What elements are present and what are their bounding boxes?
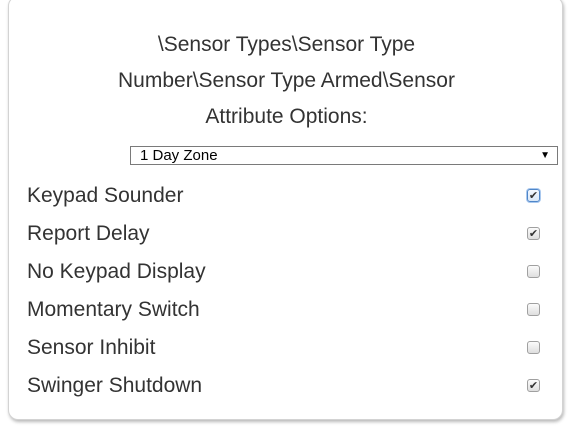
- option-label: Sensor Inhibit: [27, 336, 156, 359]
- dropdown-arrow-icon: ▼: [540, 150, 550, 161]
- option-row-no-keypad-display: No Keypad Display: [9, 253, 564, 291]
- title-line-1: \Sensor Types\Sensor Type: [157, 33, 416, 56]
- title-line-2: Number\Sensor Type Armed\Sensor: [118, 69, 455, 92]
- option-row-momentary-switch: Momentary Switch: [9, 291, 564, 329]
- option-row-swinger-shutdown: Swinger Shutdown ✔: [9, 367, 564, 405]
- option-label: Swinger Shutdown: [27, 374, 203, 397]
- swinger-shutdown-checkbox[interactable]: ✔: [527, 379, 540, 392]
- momentary-switch-checkbox[interactable]: [527, 303, 540, 316]
- option-label: No Keypad Display: [27, 260, 206, 283]
- select-value: 1 Day Zone: [140, 147, 218, 164]
- report-delay-checkbox[interactable]: ✔: [527, 227, 540, 240]
- option-row-sensor-inhibit: Sensor Inhibit: [9, 329, 564, 367]
- option-row-keypad-sounder: Keypad Sounder ✔: [9, 177, 564, 215]
- panel-title: \Sensor Types\Sensor Type Number\Sensor …: [9, 27, 564, 135]
- option-label: Momentary Switch: [27, 298, 200, 321]
- no-keypad-display-checkbox[interactable]: [527, 265, 540, 278]
- option-label: Keypad Sounder: [27, 184, 184, 207]
- keypad-sounder-checkbox[interactable]: ✔: [527, 189, 540, 202]
- option-label: Report Delay: [27, 222, 150, 245]
- option-row-report-delay: Report Delay ✔: [9, 215, 564, 253]
- sensor-attribute-panel: \Sensor Types\Sensor Type Number\Sensor …: [8, 0, 563, 420]
- sensor-inhibit-checkbox[interactable]: [527, 341, 540, 354]
- sensor-type-select[interactable]: 1 Day Zone ▼: [130, 146, 558, 165]
- title-line-3: Attribute Options:: [205, 105, 368, 128]
